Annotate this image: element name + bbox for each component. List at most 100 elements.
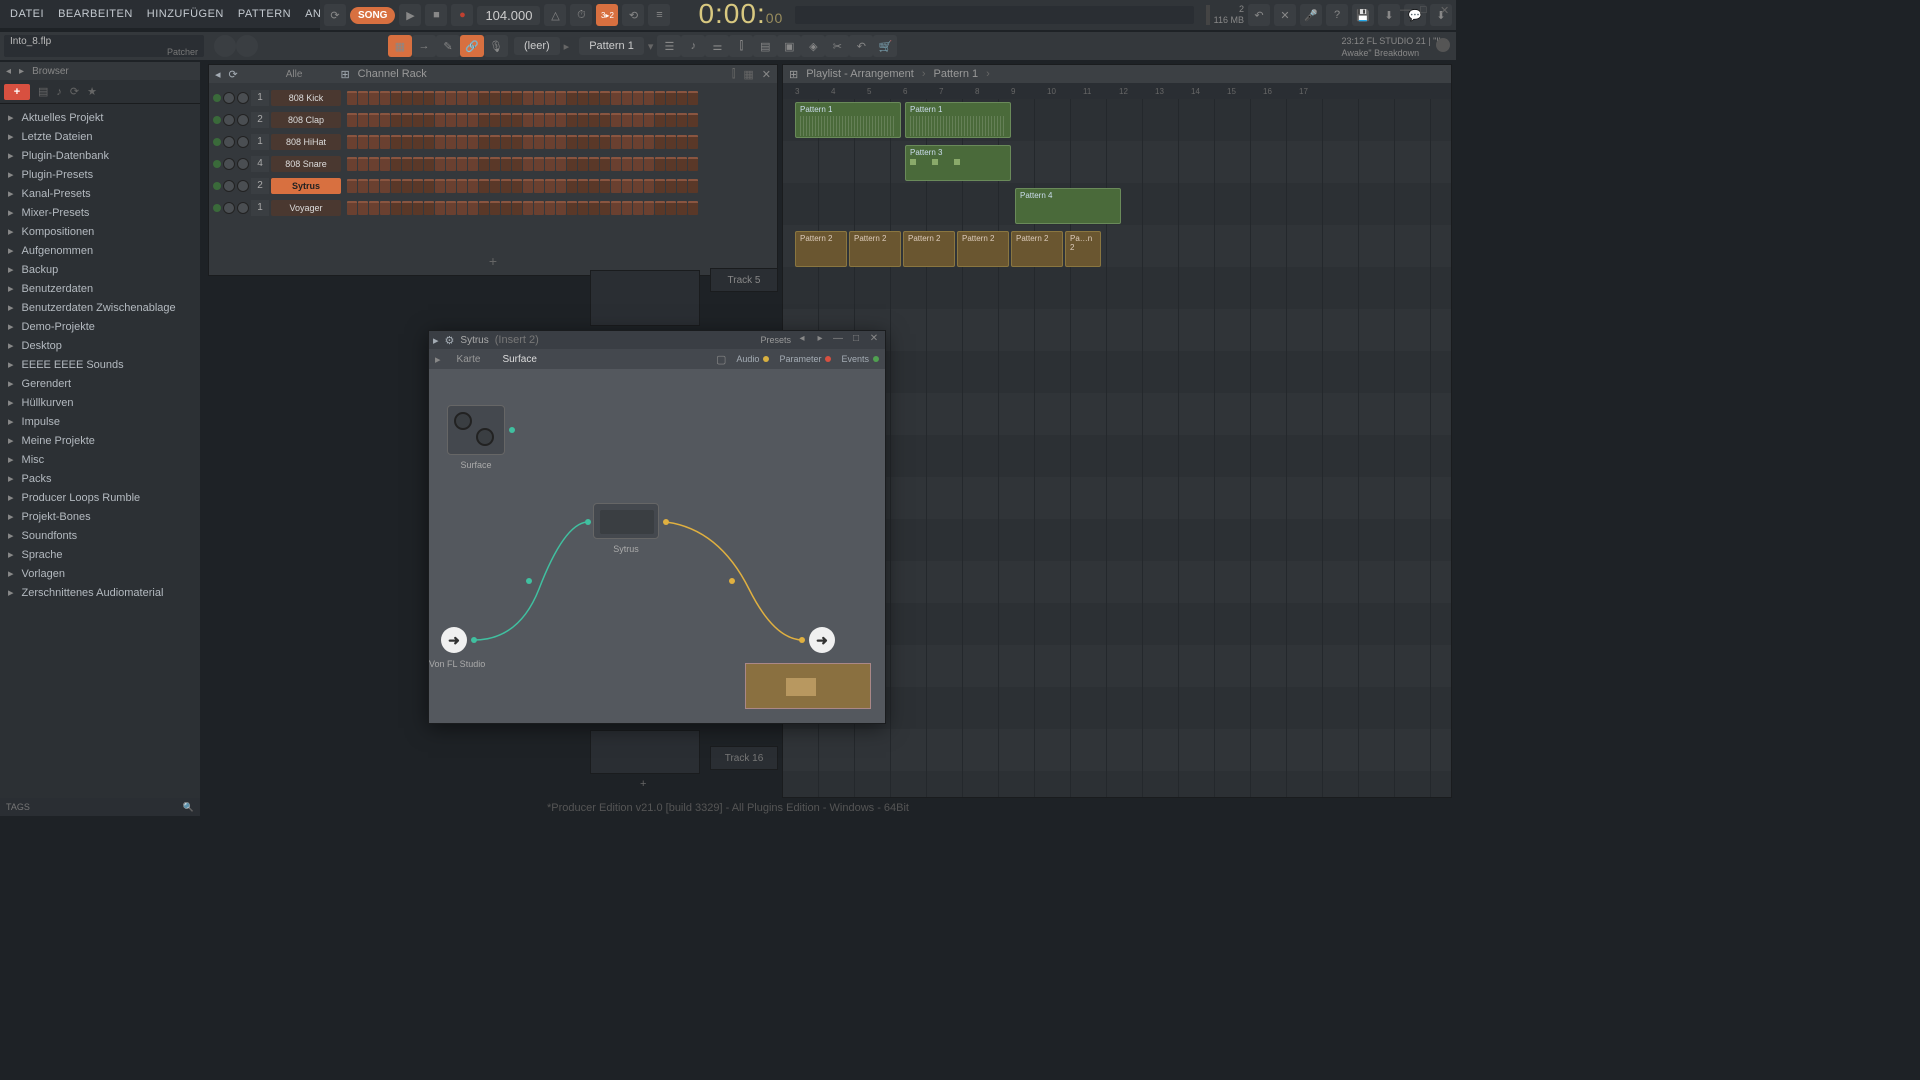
- step[interactable]: [534, 135, 544, 149]
- step[interactable]: [545, 135, 555, 149]
- clip-pattern2[interactable]: Pattern 2: [957, 231, 1009, 267]
- export-icon[interactable]: ⬇: [1378, 4, 1400, 26]
- clip-pattern2[interactable]: Pattern 2: [795, 231, 847, 267]
- step[interactable]: [622, 179, 632, 193]
- tree-item[interactable]: Packs: [0, 469, 200, 488]
- step[interactable]: [567, 113, 577, 127]
- step[interactable]: [644, 113, 654, 127]
- stop-button[interactable]: ■: [425, 4, 447, 26]
- step[interactable]: [633, 157, 643, 171]
- step[interactable]: [611, 201, 621, 215]
- step[interactable]: [523, 179, 533, 193]
- channel-name[interactable]: 808 HiHat: [271, 134, 341, 150]
- step[interactable]: [468, 157, 478, 171]
- brush-icon[interactable]: ✎: [436, 35, 460, 57]
- pl-menu-icon[interactable]: ⊞: [789, 68, 798, 81]
- undo-icon[interactable]: ↶: [1248, 4, 1270, 26]
- pattern-mode-icon[interactable]: ▦: [388, 35, 412, 57]
- channel-pan-knob[interactable]: [223, 158, 235, 170]
- chevron-icon[interactable]: ▸: [564, 40, 570, 53]
- step[interactable]: [545, 179, 555, 193]
- step[interactable]: [402, 179, 412, 193]
- step-icon[interactable]: ≡: [648, 4, 670, 26]
- step[interactable]: [677, 201, 687, 215]
- step[interactable]: [622, 201, 632, 215]
- step[interactable]: [644, 201, 654, 215]
- step[interactable]: [380, 135, 390, 149]
- tree-item[interactable]: Impulse: [0, 412, 200, 431]
- step[interactable]: [578, 201, 588, 215]
- cr-graph-icon[interactable]: ⫿: [732, 68, 736, 81]
- step[interactable]: [435, 91, 445, 105]
- knife-icon[interactable]: ✂: [825, 35, 849, 57]
- channel-name[interactable]: Sytrus: [271, 178, 341, 194]
- channel-rack-header[interactable]: ◂ ⟳ Alle ⊞ Channel Rack ⫿ ▦ ✕: [209, 65, 777, 83]
- tree-item[interactable]: Kanal-Presets: [0, 184, 200, 203]
- step[interactable]: [655, 179, 665, 193]
- step[interactable]: [622, 113, 632, 127]
- step[interactable]: [556, 179, 566, 193]
- track16-label[interactable]: Track 16: [710, 746, 778, 770]
- step[interactable]: [644, 91, 654, 105]
- step[interactable]: [600, 179, 610, 193]
- collapse-icon[interactable]: ◂: [6, 66, 11, 77]
- step[interactable]: [633, 201, 643, 215]
- tree-item[interactable]: Benutzerdaten Zwischenablage: [0, 298, 200, 317]
- step[interactable]: [589, 135, 599, 149]
- step[interactable]: [655, 113, 665, 127]
- step[interactable]: [556, 157, 566, 171]
- step[interactable]: [567, 91, 577, 105]
- step[interactable]: [622, 157, 632, 171]
- step[interactable]: [369, 113, 379, 127]
- step[interactable]: [611, 179, 621, 193]
- input-node[interactable]: ➜: [441, 627, 467, 653]
- maximize-button[interactable]: □: [1420, 4, 1432, 16]
- step[interactable]: [622, 135, 632, 149]
- step[interactable]: [424, 157, 434, 171]
- step[interactable]: [479, 91, 489, 105]
- step[interactable]: [457, 179, 467, 193]
- step[interactable]: [358, 91, 368, 105]
- step[interactable]: [380, 201, 390, 215]
- output-node[interactable]: ➜: [809, 627, 835, 653]
- step[interactable]: [512, 113, 522, 127]
- channel-vol-knob[interactable]: [237, 202, 249, 214]
- knob2[interactable]: [236, 35, 258, 57]
- step[interactable]: [347, 91, 357, 105]
- step[interactable]: [589, 113, 599, 127]
- channel-vol-knob[interactable]: [237, 158, 249, 170]
- step[interactable]: [380, 91, 390, 105]
- step[interactable]: [501, 135, 511, 149]
- minimap[interactable]: [745, 663, 871, 709]
- cr-filter[interactable]: Alle: [286, 69, 303, 80]
- step[interactable]: [677, 135, 687, 149]
- step[interactable]: [369, 135, 379, 149]
- channel-vol-knob[interactable]: [237, 92, 249, 104]
- channel-led[interactable]: [213, 160, 221, 168]
- song-mode-button[interactable]: SONG: [350, 7, 395, 24]
- step[interactable]: [545, 201, 555, 215]
- tree-item[interactable]: Meine Projekte: [0, 431, 200, 450]
- step[interactable]: [501, 201, 511, 215]
- channel-pan-knob[interactable]: [223, 202, 235, 214]
- step[interactable]: [402, 135, 412, 149]
- mixer-icon[interactable]: ⚌: [705, 35, 729, 57]
- clip-pattern4[interactable]: Pattern 4: [1015, 188, 1121, 224]
- channel-led[interactable]: [213, 138, 221, 146]
- shop-icon[interactable]: 🛒: [873, 35, 897, 57]
- step[interactable]: [523, 157, 533, 171]
- channel-number[interactable]: 2: [251, 178, 269, 194]
- step[interactable]: [512, 179, 522, 193]
- step[interactable]: [391, 135, 401, 149]
- sytrus-out-port[interactable]: [663, 519, 669, 525]
- step[interactable]: [655, 91, 665, 105]
- playlist-breadcrumb[interactable]: Pattern 1: [934, 68, 979, 80]
- step[interactable]: [655, 157, 665, 171]
- step[interactable]: [347, 135, 357, 149]
- tree-item[interactable]: Letzte Dateien: [0, 127, 200, 146]
- sync-icon[interactable]: ⟳: [324, 4, 346, 26]
- tree-item[interactable]: Aktuelles Projekt: [0, 108, 200, 127]
- step[interactable]: [479, 201, 489, 215]
- plugin-close-icon[interactable]: ✕: [867, 333, 881, 347]
- step[interactable]: [424, 135, 434, 149]
